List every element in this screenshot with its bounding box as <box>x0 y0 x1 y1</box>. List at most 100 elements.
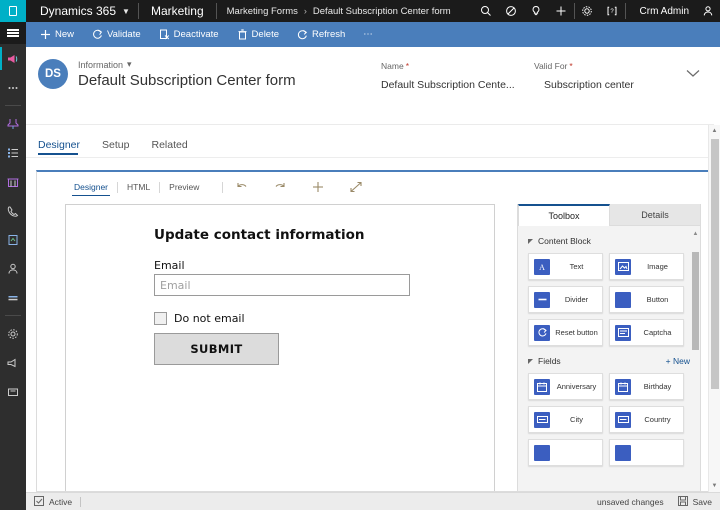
sidebar-item-pinned[interactable] <box>0 109 26 138</box>
plus-icon[interactable] <box>299 172 337 202</box>
sidebar-item-marketing[interactable] <box>0 44 26 73</box>
tile-image[interactable]: Image <box>609 253 684 280</box>
tile-reset-button-label: Reset button <box>555 328 602 337</box>
section-fields[interactable]: Fields + New <box>528 356 690 366</box>
designer-view-tab-preview[interactable]: Preview <box>160 182 208 192</box>
toolbox-scrollbar[interactable]: ▲ <box>692 230 699 489</box>
tile-field-partial[interactable] <box>609 439 684 466</box>
triangle-expand-icon <box>528 239 533 244</box>
tile-image-label: Image <box>636 262 683 271</box>
waffle-icon[interactable] <box>0 0 26 22</box>
email-input[interactable]: Email <box>154 274 410 296</box>
refresh-button[interactable]: Refresh <box>289 22 353 47</box>
save-button[interactable]: Save <box>678 496 712 508</box>
tile-anniversary-label: Anniversary <box>555 382 602 391</box>
designer-view-tab-html[interactable]: HTML <box>118 182 159 192</box>
tile-button-label: Button <box>636 295 683 304</box>
scroll-up-arrow-icon[interactable]: ▲ <box>692 230 699 238</box>
do-not-email-checkbox[interactable] <box>154 312 167 325</box>
tile-city[interactable]: City <box>528 406 603 433</box>
tab-toolbox[interactable]: Toolbox <box>518 204 610 226</box>
header-field-name-value[interactable]: Default Subscription Cente... <box>381 79 515 91</box>
divider <box>80 497 81 507</box>
new-button[interactable]: New <box>32 22 82 47</box>
tile-country-label: Country <box>636 415 683 424</box>
undo-icon[interactable] <box>223 172 261 202</box>
do-not-email-label: Do not email <box>174 312 245 325</box>
new-field-button[interactable]: + New <box>666 356 690 366</box>
breadcrumb-parent[interactable]: Marketing Forms <box>227 6 298 17</box>
calendar-icon <box>615 379 631 395</box>
header-field-name: Name* Default Subscription Cente... <box>381 61 515 91</box>
section-content-block[interactable]: Content Block <box>528 236 690 246</box>
tile-reset-button[interactable]: Reset button <box>528 319 603 346</box>
tab-setup[interactable]: Setup <box>102 139 139 157</box>
refresh-button-label: Refresh <box>312 29 345 40</box>
gear-icon[interactable] <box>575 0 600 22</box>
sidebar-item-lists[interactable] <box>0 138 26 167</box>
label-text: Name <box>381 61 404 71</box>
record-form-label: Information <box>78 60 123 70</box>
save-button-label: Save <box>693 497 712 507</box>
tile-birthday[interactable]: Birthday <box>609 373 684 400</box>
validate-button[interactable]: Validate <box>84 22 149 47</box>
tile-button[interactable]: Button <box>609 286 684 313</box>
sidebar-item-calls[interactable] <box>0 196 26 225</box>
hamburger-icon[interactable] <box>0 22 26 44</box>
toolbox-scroll-thumb[interactable] <box>692 252 699 350</box>
tab-details[interactable]: Details <box>610 204 700 226</box>
tile-text[interactable]: A Text <box>528 253 603 280</box>
breadcrumb-separator-icon: › <box>304 6 307 16</box>
sidebar-item-recent[interactable] <box>0 73 26 102</box>
tile-field-partial[interactable] <box>528 439 603 466</box>
page-scroll-thumb[interactable] <box>711 139 719 389</box>
redo-icon[interactable] <box>261 172 299 202</box>
divider-block-icon <box>534 292 550 308</box>
new-button-label: New <box>55 29 74 40</box>
page-scrollbar[interactable]: ▲ ▼ <box>708 125 720 492</box>
button-block-icon <box>615 292 631 308</box>
subscription-form: Update contact information Email Email D… <box>66 205 494 365</box>
delete-button[interactable]: Delete <box>229 22 287 47</box>
deactivate-button[interactable]: Deactivate <box>151 22 227 47</box>
help-icon[interactable]: ? <box>600 0 625 22</box>
plus-icon[interactable] <box>549 0 574 22</box>
scroll-down-arrow-icon[interactable]: ▼ <box>709 480 720 492</box>
designer-view-tab-designer[interactable]: Designer <box>65 182 117 192</box>
sidebar-item-segments[interactable] <box>0 283 26 312</box>
sidebar-item-inbox[interactable] <box>0 377 26 406</box>
header-field-name-label: Name* <box>381 61 515 71</box>
header-field-validfor-value[interactable]: Subscription center <box>534 79 634 91</box>
sidebar-item-accounts[interactable] <box>0 167 26 196</box>
brand-dynamics365[interactable]: Dynamics 365 ▼ <box>26 4 138 18</box>
overflow-menu-button[interactable]: ⋯ <box>355 22 381 47</box>
tile-country[interactable]: Country <box>609 406 684 433</box>
avatar: DS <box>38 59 68 89</box>
scroll-up-arrow-icon[interactable]: ▲ <box>709 125 720 137</box>
tile-divider[interactable]: Divider <box>528 286 603 313</box>
textfield-icon <box>615 412 631 428</box>
sidebar-item-campaigns[interactable] <box>0 348 26 377</box>
form-heading: Update contact information <box>154 227 494 243</box>
user-name-label[interactable]: Crm Admin <box>626 6 695 17</box>
toolbox-content: Content Block A Text Image <box>518 226 700 491</box>
tile-captcha[interactable]: Captcha <box>609 319 684 346</box>
record-form-selector[interactable]: Information ▾ <box>78 59 296 70</box>
tab-designer[interactable]: Designer <box>38 139 90 157</box>
sidebar-item-settings[interactable] <box>0 319 26 348</box>
search-icon[interactable] <box>474 0 499 22</box>
sidebar-item-contacts[interactable] <box>0 254 26 283</box>
expand-icon[interactable] <box>337 172 375 202</box>
submit-button[interactable]: SUBMIT <box>154 333 279 365</box>
calendar-icon <box>534 379 550 395</box>
sidebar-item-forms[interactable] <box>0 225 26 254</box>
lightbulb-icon[interactable] <box>524 0 549 22</box>
header-expand-chevron-down-icon[interactable] <box>686 65 700 83</box>
record-identity: DS Information ▾ Default Subscription Ce… <box>38 59 296 89</box>
form-canvas[interactable]: Update contact information Email Email D… <box>65 204 495 491</box>
tile-anniversary[interactable]: Anniversary <box>528 373 603 400</box>
person-icon[interactable] <box>695 0 720 22</box>
filter-icon[interactable] <box>499 0 524 22</box>
do-not-email-checkbox-row[interactable]: Do not email <box>154 312 494 325</box>
tab-related[interactable]: Related <box>151 139 197 157</box>
